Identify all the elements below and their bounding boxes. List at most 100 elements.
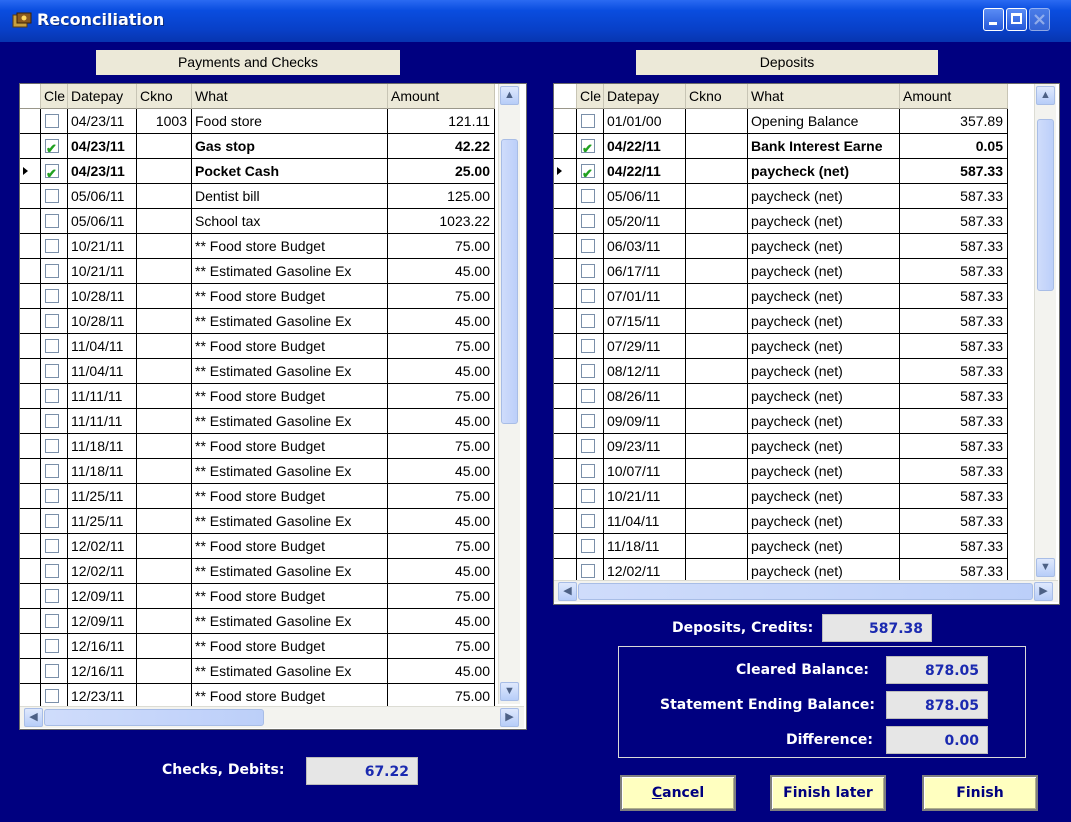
cleared-checkbox[interactable] xyxy=(581,189,595,203)
what-cell[interactable]: ** Estimated Gasoline Ex xyxy=(192,559,388,584)
amount-cell[interactable]: 45.00 xyxy=(388,609,495,634)
row-indicator[interactable] xyxy=(20,409,41,434)
cleared-checkbox[interactable] xyxy=(45,489,59,503)
amount-cell[interactable]: 25.00 xyxy=(388,159,495,184)
row-indicator[interactable] xyxy=(20,284,41,309)
what-cell[interactable]: ** Estimated Gasoline Ex xyxy=(192,259,388,284)
row-indicator[interactable] xyxy=(554,259,577,284)
deposits-grid[interactable]: Cle Datepay Ckno What Amount 01/01/00 Opening … xyxy=(553,83,1060,605)
amount-cell[interactable]: 587.33 xyxy=(900,334,1008,359)
ckno-cell[interactable] xyxy=(137,209,192,234)
cleared-checkbox[interactable] xyxy=(45,289,59,303)
ckno-cell[interactable] xyxy=(137,534,192,559)
amount-cell[interactable]: 75.00 xyxy=(388,234,495,259)
amount-cell[interactable]: 45.00 xyxy=(388,459,495,484)
cleared-checkbox[interactable] xyxy=(581,389,595,403)
deposits-header-date[interactable]: Datepay xyxy=(604,84,686,109)
ckno-cell[interactable] xyxy=(137,584,192,609)
row-indicator[interactable] xyxy=(20,384,41,409)
ckno-cell[interactable] xyxy=(686,209,748,234)
finish-button[interactable]: Finish xyxy=(922,775,1038,811)
date-cell[interactable]: 12/09/11 xyxy=(68,609,137,634)
date-cell[interactable]: 05/20/11 xyxy=(604,209,686,234)
row-indicator[interactable] xyxy=(20,109,41,134)
what-cell[interactable]: paycheck (net) xyxy=(748,334,900,359)
what-cell[interactable]: paycheck (net) xyxy=(748,159,900,184)
row-indicator[interactable] xyxy=(554,209,577,234)
amount-cell[interactable]: 125.00 xyxy=(388,184,495,209)
amount-cell[interactable]: 45.00 xyxy=(388,359,495,384)
row-indicator[interactable] xyxy=(554,484,577,509)
ckno-cell[interactable] xyxy=(686,384,748,409)
scroll-right-icon[interactable]: ▶ xyxy=(1034,582,1053,601)
date-cell[interactable]: 10/21/11 xyxy=(68,234,137,259)
row-indicator[interactable] xyxy=(20,434,41,459)
what-cell[interactable]: paycheck (net) xyxy=(748,259,900,284)
what-cell[interactable]: Opening Balance xyxy=(748,109,900,134)
amount-cell[interactable]: 587.33 xyxy=(900,259,1008,284)
row-indicator[interactable] xyxy=(20,609,41,634)
ckno-cell[interactable] xyxy=(686,159,748,184)
cleared-checkbox[interactable] xyxy=(45,614,59,628)
date-cell[interactable]: 05/06/11 xyxy=(604,184,686,209)
cleared-checkbox[interactable] xyxy=(45,314,59,328)
cleared-checkbox[interactable] xyxy=(581,314,595,328)
scroll-up-icon[interactable]: ▲ xyxy=(500,86,519,105)
what-cell[interactable]: Pocket Cash xyxy=(192,159,388,184)
row-indicator[interactable] xyxy=(554,409,577,434)
ckno-cell[interactable] xyxy=(686,434,748,459)
payments-grid[interactable]: Cle Datepay Ckno What Amount 04/23/11 1003 Food… xyxy=(19,83,527,730)
amount-cell[interactable]: 587.33 xyxy=(900,284,1008,309)
row-indicator[interactable] xyxy=(20,509,41,534)
ckno-cell[interactable] xyxy=(686,509,748,534)
date-cell[interactable]: 11/25/11 xyxy=(68,484,137,509)
row-indicator[interactable] xyxy=(20,159,41,184)
date-cell[interactable]: 07/01/11 xyxy=(604,284,686,309)
cleared-checkbox[interactable] xyxy=(581,114,595,128)
scroll-down-icon[interactable]: ▼ xyxy=(500,682,519,701)
cancel-button[interactable]: Cancel xyxy=(620,775,736,811)
title-bar[interactable]: Reconciliation xyxy=(0,0,1071,42)
scroll-up-icon[interactable]: ▲ xyxy=(1036,86,1055,105)
amount-cell[interactable]: 45.00 xyxy=(388,309,495,334)
amount-cell[interactable]: 587.33 xyxy=(900,209,1008,234)
deposits-header-amount[interactable]: Amount xyxy=(900,84,1008,109)
ckno-cell[interactable] xyxy=(686,359,748,384)
ckno-cell[interactable] xyxy=(686,484,748,509)
row-indicator[interactable] xyxy=(554,309,577,334)
date-cell[interactable]: 10/28/11 xyxy=(68,284,137,309)
horizontal-scroll-thumb[interactable] xyxy=(44,709,264,726)
what-cell[interactable]: ** Estimated Gasoline Ex xyxy=(192,359,388,384)
payments-header-what[interactable]: What xyxy=(192,84,388,109)
payments-header-date[interactable]: Datepay xyxy=(68,84,137,109)
date-cell[interactable]: 09/09/11 xyxy=(604,409,686,434)
cleared-checkbox[interactable] xyxy=(581,214,595,228)
row-indicator[interactable] xyxy=(20,309,41,334)
amount-cell[interactable]: 42.22 xyxy=(388,134,495,159)
ckno-cell[interactable] xyxy=(137,484,192,509)
row-indicator[interactable] xyxy=(554,234,577,259)
amount-cell[interactable]: 45.00 xyxy=(388,509,495,534)
cleared-checkbox[interactable] xyxy=(45,589,59,603)
date-cell[interactable]: 12/16/11 xyxy=(68,634,137,659)
what-cell[interactable]: ** Estimated Gasoline Ex xyxy=(192,609,388,634)
amount-cell[interactable]: 45.00 xyxy=(388,259,495,284)
what-cell[interactable]: Food store xyxy=(192,109,388,134)
minimize-icon[interactable] xyxy=(983,8,1004,31)
row-indicator[interactable] xyxy=(20,234,41,259)
payments-vertical-scrollbar[interactable]: ▲ ▼ xyxy=(498,84,520,704)
row-indicator[interactable] xyxy=(20,259,41,284)
ckno-cell[interactable] xyxy=(137,384,192,409)
row-indicator[interactable] xyxy=(20,209,41,234)
payments-header-ckno[interactable]: Ckno xyxy=(137,84,192,109)
cleared-checkbox[interactable] xyxy=(581,264,595,278)
amount-cell[interactable]: 75.00 xyxy=(388,484,495,509)
ckno-cell[interactable] xyxy=(137,434,192,459)
row-indicator[interactable] xyxy=(20,184,41,209)
what-cell[interactable]: paycheck (net) xyxy=(748,459,900,484)
ckno-cell[interactable] xyxy=(686,234,748,259)
amount-cell[interactable]: 357.89 xyxy=(900,109,1008,134)
deposits-header-what[interactable]: What xyxy=(748,84,900,109)
ckno-cell[interactable] xyxy=(137,634,192,659)
row-indicator[interactable] xyxy=(20,584,41,609)
